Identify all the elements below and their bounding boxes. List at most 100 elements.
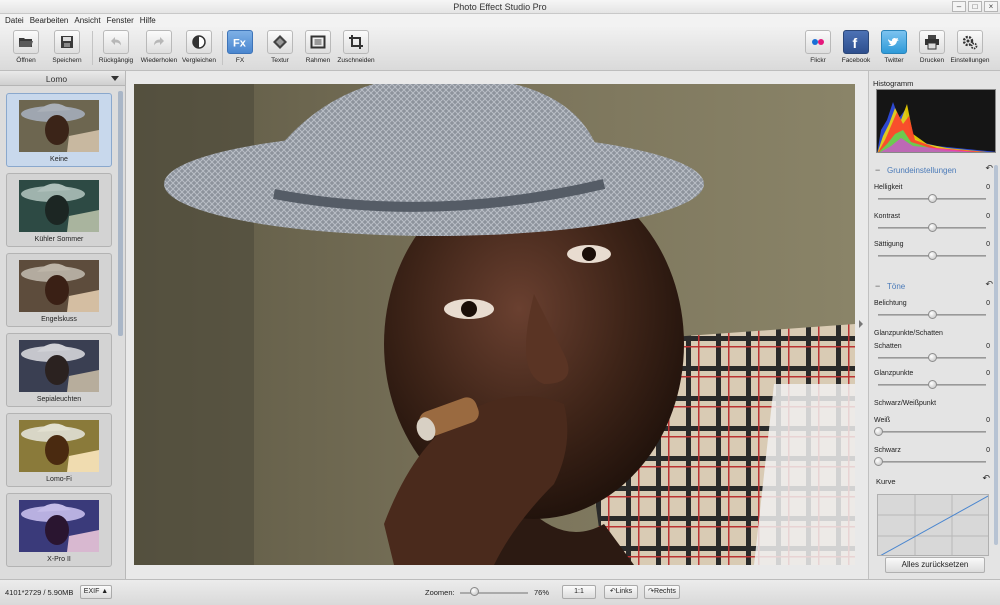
highlights-shadows-label: Glanzpunkte/Schatten — [874, 330, 943, 337]
histogram-graph — [877, 102, 995, 152]
effect-thumbnail — [19, 100, 99, 152]
curve-editor[interactable] — [877, 494, 989, 556]
slider-knob[interactable] — [874, 457, 883, 466]
window-controls: – □ × — [952, 1, 998, 12]
histogram-label: Histogramm — [873, 79, 914, 88]
gear-icon — [957, 30, 983, 54]
slider-knob[interactable] — [928, 380, 937, 389]
zoom-value: 76% — [534, 588, 550, 597]
effect-thumbnail — [19, 260, 99, 312]
shadows-slider[interactable]: Schatten 0 — [874, 343, 990, 367]
rotate-left-button[interactable]: ↶Links — [604, 585, 638, 599]
menu-window[interactable]: Fenster — [106, 14, 139, 27]
effects-panel: Lomo Keine Kühler Sommer Engelskuss Sepi… — [0, 71, 126, 579]
reset-icon[interactable]: ↶ — [985, 163, 993, 174]
exposure-slider[interactable]: Belichtung 0 — [874, 300, 990, 324]
slider-knob[interactable] — [928, 223, 937, 232]
effect-item[interactable]: Lomo-Fi — [6, 413, 112, 487]
highlights-slider[interactable]: Glanzpunkte 0 — [874, 370, 990, 394]
effect-item[interactable]: Sepialeuchten — [6, 333, 112, 407]
window-title: Photo Effect Studio Pro — [453, 2, 547, 12]
tones-header[interactable]: − Töne ↶ — [873, 279, 995, 293]
open-button[interactable]: Öffnen — [4, 30, 48, 64]
title-bar: Photo Effect Studio Pro – □ × — [0, 0, 1000, 14]
status-bar: 4101*2729 / 5.90MB EXIF ▲ Zoomen: 76% 1:… — [0, 579, 1000, 605]
facebook-icon: f — [843, 30, 869, 54]
slider-knob[interactable] — [928, 251, 937, 260]
save-button[interactable]: Speichern — [45, 30, 89, 64]
folder-icon — [13, 30, 39, 54]
effects-list: Keine Kühler Sommer Engelskuss Sepialeuc… — [6, 93, 114, 573]
toolbar-divider — [92, 31, 93, 65]
photo-image — [134, 84, 855, 565]
effect-item[interactable]: Keine — [6, 93, 112, 167]
reset-icon[interactable]: ↶ — [985, 279, 993, 290]
brightness-slider[interactable]: Helligkeit 0 — [874, 184, 990, 208]
menu-view[interactable]: Ansicht — [73, 14, 105, 27]
white-slider[interactable]: Weiß 0 — [874, 417, 990, 441]
image-info: 4101*2729 / 5.90MB — [5, 588, 74, 597]
redo-icon — [146, 30, 172, 54]
curve-graph — [878, 495, 988, 555]
histogram — [876, 89, 996, 153]
menu-bar: Datei Bearbeiten Ansicht Fenster Hilfe — [0, 14, 1000, 27]
undo-button[interactable]: Rückgängig — [94, 30, 138, 64]
fx-button[interactable]: Fx FX — [218, 30, 262, 64]
undo-icon — [103, 30, 129, 54]
reset-icon[interactable]: ↶ — [982, 473, 990, 484]
crop-icon — [343, 30, 369, 54]
close-icon[interactable]: × — [984, 1, 998, 12]
zoom-label: Zoomen: — [425, 588, 455, 597]
zoom-slider-knob[interactable] — [470, 587, 479, 596]
effect-category-dropdown[interactable]: Lomo — [0, 71, 125, 86]
actual-size-button[interactable]: 1:1 — [562, 585, 596, 599]
reset-all-button[interactable]: Alles zurücksetzen — [885, 557, 985, 573]
fx-icon: Fx — [227, 30, 253, 54]
redo-button[interactable]: Wiederholen — [137, 30, 181, 64]
exif-button[interactable]: EXIF ▲ — [80, 585, 112, 599]
effect-item[interactable]: X-Pro II — [6, 493, 112, 567]
texture-icon — [267, 30, 293, 54]
printer-icon — [919, 30, 945, 54]
black-slider[interactable]: Schwarz 0 — [874, 447, 990, 471]
crop-button[interactable]: Zuschneiden — [334, 30, 378, 64]
svg-text:f: f — [853, 35, 858, 50]
collapse-icon[interactable]: − — [875, 165, 880, 175]
settings-button[interactable]: Einstellungen — [948, 30, 992, 64]
frame-icon — [305, 30, 331, 54]
slider-knob[interactable] — [928, 194, 937, 203]
black-white-point-label: Schwarz/Weißpunkt — [874, 400, 937, 407]
rotate-right-button[interactable]: ↷Rechts — [644, 585, 680, 599]
saturation-slider[interactable]: Sättigung 0 — [874, 241, 990, 265]
adjust-panel: Histogramm − Grundeinstellungen ↶ Hellig… — [868, 71, 1000, 579]
adjust-scrollbar[interactable] — [994, 165, 998, 545]
slider-knob[interactable] — [928, 353, 937, 362]
collapse-icon[interactable]: − — [875, 281, 880, 291]
svg-text:Fx: Fx — [233, 38, 247, 50]
toolbar: Öffnen Speichern Rückgängig Wiederholen … — [0, 27, 1000, 71]
curve-label: Kurve — [876, 477, 896, 486]
slider-knob[interactable] — [928, 310, 937, 319]
flickr-icon — [805, 30, 831, 54]
effect-item[interactable]: Engelskuss — [6, 253, 112, 327]
collapse-panel-icon[interactable] — [859, 320, 863, 328]
chevron-down-icon — [111, 76, 119, 81]
compare-button[interactable]: Vergleichen — [177, 30, 221, 64]
menu-file[interactable]: Datei — [4, 14, 29, 27]
basic-settings-header[interactable]: − Grundeinstellungen ↶ — [873, 163, 995, 177]
floppy-icon — [54, 30, 80, 54]
menu-edit[interactable]: Bearbeiten — [29, 14, 74, 27]
effect-thumbnail — [19, 500, 99, 552]
effect-thumbnail — [19, 180, 99, 232]
effect-thumbnail — [19, 420, 99, 472]
contrast-slider[interactable]: Kontrast 0 — [874, 213, 990, 237]
menu-help[interactable]: Hilfe — [139, 14, 161, 27]
compare-icon — [186, 30, 212, 54]
slider-knob[interactable] — [874, 427, 883, 436]
effect-item[interactable]: Kühler Sommer — [6, 173, 112, 247]
minimize-icon[interactable]: – — [952, 1, 966, 12]
maximize-icon[interactable]: □ — [968, 1, 982, 12]
effect-thumbnail — [19, 340, 99, 392]
photo-canvas[interactable] — [134, 84, 855, 565]
effects-scrollbar[interactable] — [118, 91, 123, 336]
